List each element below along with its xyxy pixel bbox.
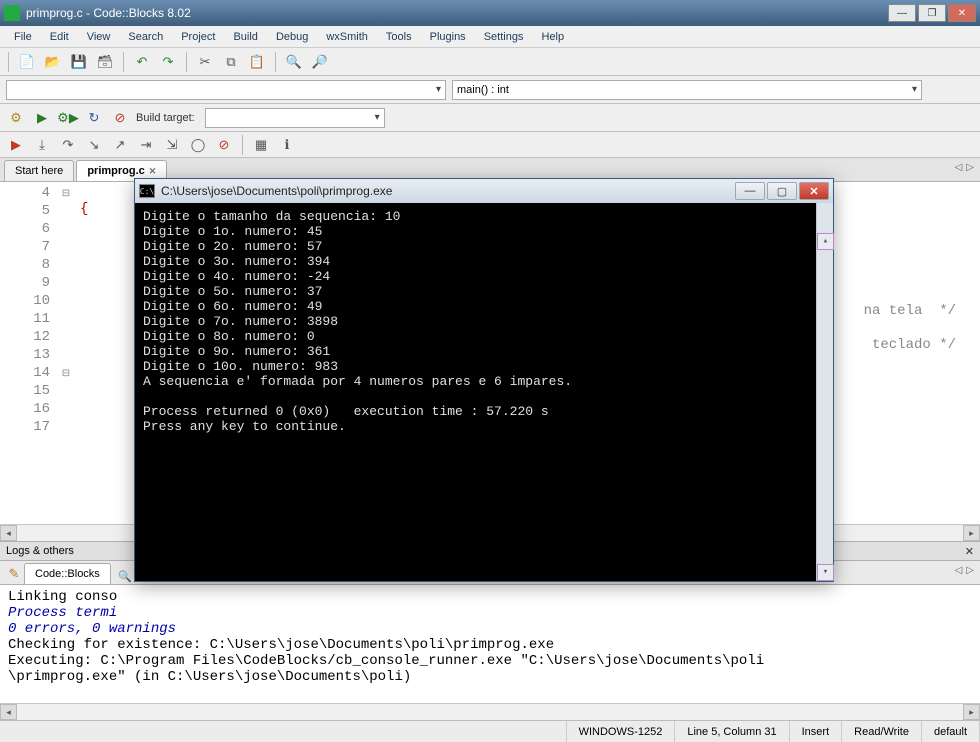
fold-gutter: ⊟ ⊟ [56, 182, 76, 524]
scroll-right-icon[interactable]: ▸ [963, 525, 980, 541]
close-button[interactable]: ✕ [948, 4, 976, 22]
menu-view[interactable]: View [79, 29, 119, 45]
log-drag-icon[interactable]: ✎ [4, 564, 24, 584]
save-icon[interactable]: 💾 [69, 52, 89, 72]
break-icon[interactable]: ◯ [188, 135, 208, 155]
undo-icon[interactable]: ↶ [132, 52, 152, 72]
close-icon[interactable]: ✕ [149, 166, 157, 177]
console-minimize-button[interactable]: — [735, 182, 765, 200]
scroll-right-icon[interactable]: ▸ [963, 704, 980, 720]
console-output[interactable]: Digite o tamanho da sequencia: 10 Digite… [135, 203, 833, 581]
line-number-gutter: 4 5 6 7 8 9 10 11 12 13 14 15 16 17 [0, 182, 56, 524]
tab-nav: ◁ ▷ [955, 162, 974, 173]
scope-combo[interactable] [6, 80, 446, 100]
build-icon[interactable]: ⚙ [6, 108, 26, 128]
run-icon[interactable]: ▶ [32, 108, 52, 128]
logs-output[interactable]: Linking conso Process termi 0 errors, 0 … [0, 585, 980, 703]
find-icon[interactable]: 🔍 [284, 52, 304, 72]
replace-icon[interactable]: 🔎 [310, 52, 330, 72]
titlebar[interactable]: primprog.c - Code::Blocks 8.02 — ❐ ✕ [0, 0, 980, 26]
menu-debug[interactable]: Debug [268, 29, 316, 45]
console-close-button[interactable]: ✕ [799, 182, 829, 200]
info-icon[interactable]: ℹ [277, 135, 297, 155]
symbol-combo[interactable]: main() : int [452, 80, 922, 100]
menu-help[interactable]: Help [533, 29, 572, 45]
tab-prev-icon[interactable]: ◁ [955, 162, 963, 173]
step-into-icon[interactable]: ↘ [84, 135, 104, 155]
menu-edit[interactable]: Edit [42, 29, 77, 45]
fold-marker[interactable]: ⊟ [56, 364, 76, 382]
status-position: Line 5, Column 31 [675, 721, 789, 742]
rebuild-icon[interactable]: ↻ [84, 108, 104, 128]
status-encoding: WINDOWS-1252 [567, 721, 676, 742]
toolbar-build: ⚙ ▶ ⚙▶ ↻ ⊘ Build target: [0, 104, 980, 132]
tab-start-here[interactable]: Start here [4, 160, 74, 181]
tab-prev-icon[interactable]: ◁ [955, 565, 963, 576]
save-all-icon[interactable]: 🗃 [95, 52, 115, 72]
new-file-icon[interactable]: 📄 [17, 52, 37, 72]
status-mode: Insert [790, 721, 843, 742]
status-readwrite: Read/Write [842, 721, 922, 742]
menu-plugins[interactable]: Plugins [422, 29, 474, 45]
app-icon [4, 5, 20, 21]
window-title: primprog.c - Code::Blocks 8.02 [26, 6, 888, 20]
menu-search[interactable]: Search [120, 29, 171, 45]
toolbar-main: 📄 📂 💾 🗃 ↶ ↷ ✂ ⧉ 📋 🔍 🔎 [0, 48, 980, 76]
debugging-windows-icon[interactable]: ▦ [251, 135, 271, 155]
menu-tools[interactable]: Tools [378, 29, 420, 45]
console-title-text: C:\Users\jose\Documents\poli\primprog.ex… [161, 184, 735, 198]
step-into-instr-icon[interactable]: ⇲ [162, 135, 182, 155]
console-vscroll[interactable]: ▴ ▾ [816, 203, 833, 581]
fold-marker[interactable]: ⊟ [56, 184, 76, 202]
debug-start-icon[interactable]: ▶ [6, 135, 26, 155]
logs-close-icon[interactable]: ✕ [965, 545, 974, 558]
toolbar-symbols: main() : int [0, 76, 980, 104]
console-titlebar[interactable]: C:\ C:\Users\jose\Documents\poli\primpro… [135, 179, 833, 203]
next-instr-icon[interactable]: ⇥ [136, 135, 156, 155]
console-window[interactable]: C:\ C:\Users\jose\Documents\poli\primpro… [134, 178, 834, 582]
toolbar-debugger: ▶ ⤓ ↷ ↘ ↗ ⇥ ⇲ ◯ ⊘ ▦ ℹ [0, 132, 980, 158]
menu-settings[interactable]: Settings [476, 29, 532, 45]
maximize-button[interactable]: ❐ [918, 4, 946, 22]
statusbar: WINDOWS-1252 Line 5, Column 31 Insert Re… [0, 720, 980, 742]
logs-hscroll[interactable]: ◂ ▸ [0, 703, 980, 720]
scroll-down-icon[interactable]: ▾ [817, 564, 834, 581]
search-icon[interactable]: 🔍 [117, 568, 133, 584]
scroll-left-icon[interactable]: ◂ [0, 525, 17, 541]
logs-tab-codeblocks[interactable]: Code::Blocks [24, 563, 111, 584]
cut-icon[interactable]: ✂ [195, 52, 215, 72]
console-maximize-button[interactable]: ▢ [767, 182, 797, 200]
build-run-icon[interactable]: ⚙▶ [58, 108, 78, 128]
menu-wxsmith[interactable]: wxSmith [318, 29, 376, 45]
console-icon: C:\ [139, 184, 155, 198]
scroll-left-icon[interactable]: ◂ [0, 704, 17, 720]
stop-debug-icon[interactable]: ⊘ [214, 135, 234, 155]
tab-next-icon[interactable]: ▷ [966, 565, 974, 576]
build-target-combo[interactable] [205, 108, 385, 128]
status-profile: default [922, 721, 980, 742]
run-to-cursor-icon[interactable]: ⤓ [32, 135, 52, 155]
paste-icon[interactable]: 📋 [247, 52, 267, 72]
logs-tab-nav: ◁ ▷ [955, 565, 974, 576]
build-target-label: Build target: [136, 112, 195, 124]
menubar: File Edit View Search Project Build Debu… [0, 26, 980, 48]
menu-build[interactable]: Build [225, 29, 265, 45]
redo-icon[interactable]: ↷ [158, 52, 178, 72]
open-icon[interactable]: 📂 [43, 52, 63, 72]
abort-icon[interactable]: ⊘ [110, 108, 130, 128]
menu-file[interactable]: File [6, 29, 40, 45]
step-out-icon[interactable]: ↗ [110, 135, 130, 155]
copy-icon[interactable]: ⧉ [221, 52, 241, 72]
minimize-button[interactable]: — [888, 4, 916, 22]
logs-title: Logs & others [6, 545, 74, 557]
next-line-icon[interactable]: ↷ [58, 135, 78, 155]
menu-project[interactable]: Project [173, 29, 223, 45]
tab-next-icon[interactable]: ▷ [966, 162, 974, 173]
